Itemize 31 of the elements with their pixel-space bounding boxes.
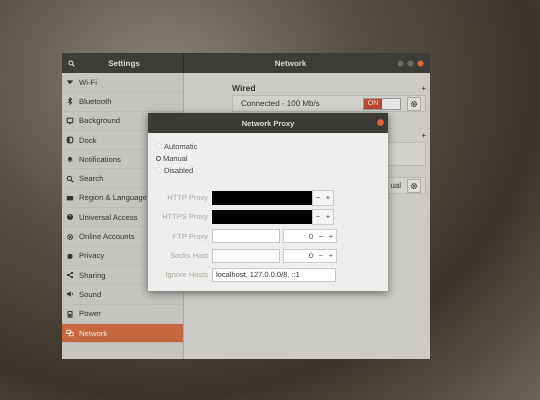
bluetooth-icon [66,97,74,106]
minimize-icon[interactable] [397,60,404,66]
proxy-mode-text: ual [390,181,401,190]
close-icon[interactable] [417,60,424,66]
section-heading: Wired [232,83,256,93]
search-icon[interactable] [68,60,75,66]
gear-icon [66,232,74,241]
close-icon[interactable] [377,119,384,126]
gear-icon [410,182,418,190]
accessibility-icon [66,213,74,222]
panel-title: Network [274,58,308,68]
monitor-icon [66,116,74,125]
host-field[interactable] [212,248,280,263]
radio-button[interactable] [156,156,161,160]
gear-icon [410,100,418,108]
battery-icon [66,310,74,318]
wifi-icon [66,78,74,86]
bell-icon [66,155,74,164]
add-button[interactable]: + [421,130,426,140]
add-button[interactable]: + [421,84,426,92]
dock-icon [66,136,74,144]
share-icon [66,271,74,280]
window-title: Settings [107,58,141,68]
settings-button[interactable] [407,96,421,110]
network-icon [66,329,74,337]
search-icon [66,174,74,183]
maximize-icon[interactable] [407,60,414,66]
connection-status: Connected - 100 Mb/s [241,99,321,108]
host-field[interactable] [212,229,280,244]
speaker-icon [66,290,74,298]
settings-button[interactable] [407,178,421,192]
